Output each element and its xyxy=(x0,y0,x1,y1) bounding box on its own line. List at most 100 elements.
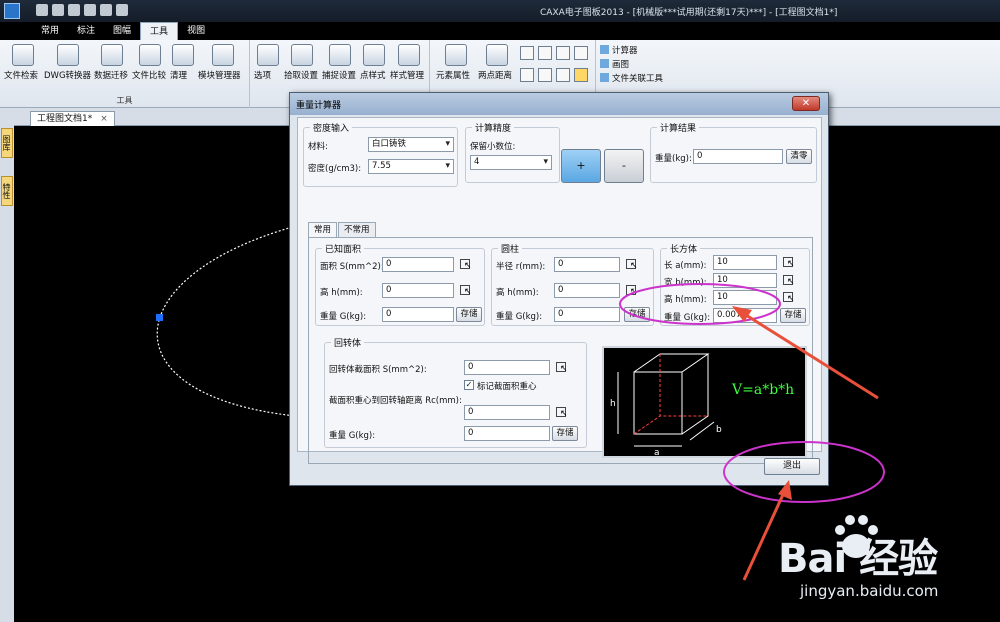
cylinder-group: 圆柱 半径 r(mm): 0 高 h(mm): 0 重量 G(kg): 0 存储 xyxy=(491,242,654,326)
radius-label: 半径 r(mm): xyxy=(496,262,546,272)
snap-settings-button[interactable]: 捕捉设置 xyxy=(322,44,358,86)
tab-view[interactable]: 视图 xyxy=(178,22,214,40)
cuboid-height-field[interactable]: 10 xyxy=(713,290,777,305)
new-file-icon[interactable] xyxy=(36,4,48,16)
file-search-button[interactable]: 文件检索 xyxy=(4,44,42,86)
tab-common[interactable]: 常用 xyxy=(32,22,68,40)
weight-calculator-icon[interactable] xyxy=(574,68,588,82)
material-select[interactable]: 白口铸铁 xyxy=(368,137,454,152)
dwg-converter-button[interactable]: DWG转换器 xyxy=(44,44,92,86)
pick-cursor-icon[interactable] xyxy=(459,284,472,297)
close-tab-icon[interactable]: × xyxy=(100,114,108,124)
area-field[interactable]: 0 xyxy=(382,257,454,272)
pick-cursor-icon[interactable] xyxy=(555,406,568,419)
density-select[interactable]: 7.55 xyxy=(368,159,454,174)
app-logo-icon[interactable] xyxy=(4,3,20,19)
properties-dock-tab[interactable]: 特性 xyxy=(1,176,13,206)
result-weight-field[interactable]: 0 xyxy=(693,149,783,164)
redo-icon[interactable] xyxy=(116,4,128,16)
data-migration-button[interactable]: 数据迁移 xyxy=(94,44,130,86)
angle-icon[interactable] xyxy=(556,46,570,60)
file-association-icon xyxy=(600,73,609,82)
module-manager-button[interactable]: 模块管理器 xyxy=(198,44,248,86)
options-button[interactable]: 选项 xyxy=(254,44,282,86)
dialog-title-bar[interactable]: 重量计算器 ✕ xyxy=(290,93,828,115)
width-label: 宽 b(mm): xyxy=(664,278,707,288)
dimension-h-label: h xyxy=(610,399,616,409)
group-title: 圆柱 xyxy=(498,242,523,255)
point-style-button[interactable]: 点样式 xyxy=(360,44,388,86)
pick-cursor-icon[interactable] xyxy=(459,258,472,271)
result-weight-label: 重量(kg): xyxy=(655,154,692,164)
purge-button[interactable]: 清理 xyxy=(170,44,196,86)
gear-icon xyxy=(212,44,234,66)
width-field[interactable]: 10 xyxy=(713,273,777,288)
length-field[interactable]: 10 xyxy=(713,255,777,270)
tab-uncommon-shapes[interactable]: 不常用 xyxy=(338,222,376,237)
mark-centroid-checkbox[interactable]: ✓ xyxy=(464,380,474,390)
area-icon[interactable] xyxy=(538,68,552,82)
tab-dimension[interactable]: 标注 xyxy=(68,22,104,40)
group-title: 计算精度 xyxy=(472,121,515,134)
decimals-select[interactable]: 4 xyxy=(470,155,552,170)
weight-label: 重量 G(kg): xyxy=(664,313,711,323)
close-icon[interactable]: ✕ xyxy=(792,96,820,111)
pick-cursor-icon[interactable] xyxy=(782,291,795,304)
cylinder-weight-field[interactable]: 0 xyxy=(554,307,620,322)
pick-cursor-icon[interactable] xyxy=(555,361,568,374)
volume-formula: V=a*b*h xyxy=(732,382,795,398)
area-icon[interactable] xyxy=(520,68,534,82)
element-properties-button[interactable]: 元素属性 xyxy=(436,44,476,86)
style-manager-button[interactable]: 样式管理 xyxy=(390,44,428,86)
cylinder-height-field[interactable]: 0 xyxy=(554,283,620,298)
revolution-weight-field[interactable]: 0 xyxy=(464,426,550,441)
height-label: 高 h(mm): xyxy=(496,288,539,298)
height-label: 高 h(mm): xyxy=(664,295,707,305)
area-store-button[interactable]: 存储 xyxy=(456,307,482,322)
tab-common-shapes[interactable]: 常用 xyxy=(308,222,338,238)
material-value: 白口铸铁 xyxy=(372,139,407,149)
undo-icon[interactable] xyxy=(100,4,112,16)
pick-cursor-icon[interactable] xyxy=(782,256,795,269)
weight-label: 重量 G(kg): xyxy=(329,431,376,441)
pick-cursor-icon[interactable] xyxy=(782,274,795,287)
section-area-field[interactable]: 0 xyxy=(464,360,550,375)
clear-button[interactable]: 清零 xyxy=(786,149,812,164)
save-icon[interactable] xyxy=(68,4,80,16)
centroid-distance-field[interactable]: 0 xyxy=(464,405,550,420)
area-height-field[interactable]: 0 xyxy=(382,283,454,298)
cuboid-diagram: h a b xyxy=(610,353,722,458)
exit-button[interactable]: 退出 xyxy=(764,458,820,475)
calculator-item[interactable]: 计算器 xyxy=(600,44,663,58)
open-file-icon[interactable] xyxy=(52,4,64,16)
print-icon[interactable] xyxy=(84,4,96,16)
paint-item[interactable]: 画图 xyxy=(600,58,663,72)
increase-precision-button[interactable]: + xyxy=(561,149,601,183)
document-tab[interactable]: 工程图文档1* × xyxy=(30,111,115,126)
grip-point[interactable] xyxy=(156,314,163,321)
radius-field[interactable]: 0 xyxy=(554,257,620,272)
file-compare-button[interactable]: 文件比较 xyxy=(132,44,168,86)
cuboid-store-button[interactable]: 存储 xyxy=(780,308,806,323)
style-icon xyxy=(398,44,420,66)
pick-cursor-icon[interactable] xyxy=(625,258,638,271)
tab-tools[interactable]: 工具 xyxy=(140,22,179,40)
angle-icon[interactable] xyxy=(520,46,534,60)
pick-settings-button[interactable]: 拾取设置 xyxy=(284,44,320,86)
tab-sheet[interactable]: 图幅 xyxy=(104,22,140,40)
title-bar: CAXA电子图板2013 - [机械版***试用期(还剩17天)***] - [… xyxy=(0,0,1000,22)
magnet-icon xyxy=(329,44,351,66)
revolution-store-button[interactable]: 存储 xyxy=(552,426,578,441)
area-icon[interactable] xyxy=(556,68,570,82)
calculator-icon xyxy=(600,45,609,54)
pick-cursor-icon[interactable] xyxy=(625,284,638,297)
area-weight-field[interactable]: 0 xyxy=(382,307,454,322)
cylinder-store-button[interactable]: 存储 xyxy=(624,307,650,322)
angle-icon[interactable] xyxy=(574,46,588,60)
angle-icon[interactable] xyxy=(538,46,552,60)
library-dock-tab[interactable]: 图库 xyxy=(1,128,13,158)
cuboid-weight-field[interactable]: 0.0076 xyxy=(713,308,777,323)
file-association-item[interactable]: 文件关联工具 xyxy=(600,72,663,86)
two-point-distance-button[interactable]: 两点距离 xyxy=(478,44,516,86)
decrease-precision-button[interactable]: - xyxy=(604,149,644,183)
